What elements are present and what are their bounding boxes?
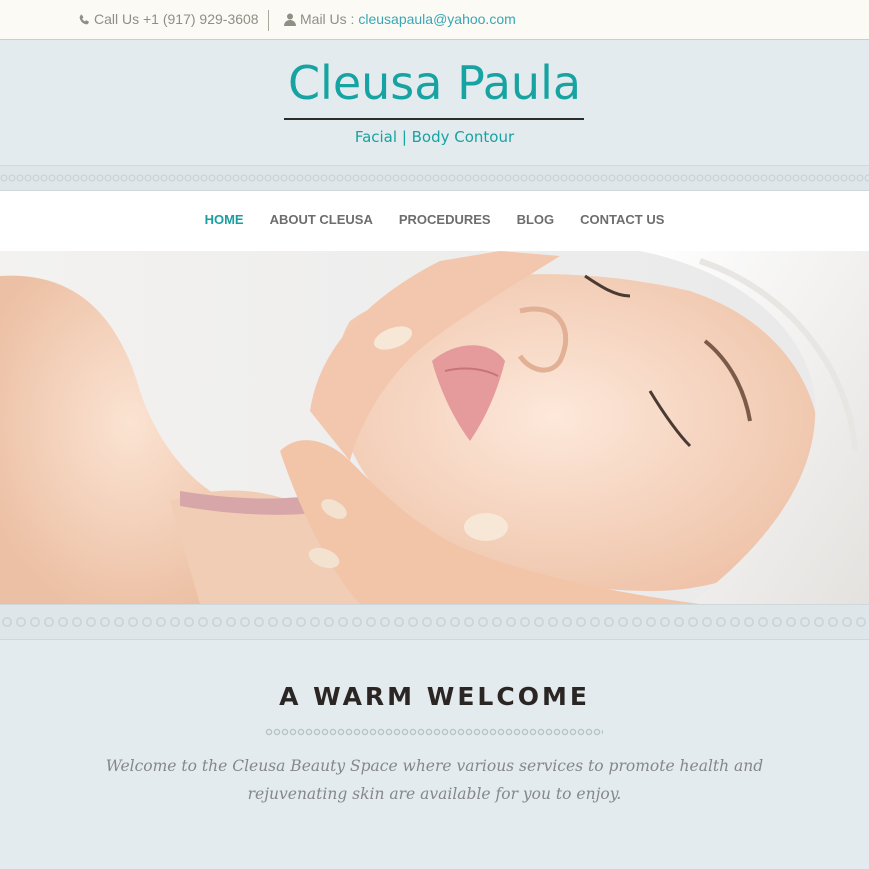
email-link[interactable]: cleusapaula@yahoo.com: [358, 11, 515, 27]
decorative-band: [0, 604, 869, 640]
welcome-text: Welcome to the Cleusa Beauty Space where…: [105, 757, 764, 803]
band-pattern: [0, 615, 869, 629]
nav-item-home[interactable]: HOME: [205, 212, 244, 227]
nav-item-about[interactable]: ABOUT CLEUSA: [270, 212, 373, 227]
divider: [268, 10, 269, 31]
welcome-divider: [265, 728, 603, 736]
logo-rule: [284, 118, 584, 120]
logo-subtitle: Facial | Body Contour: [354, 128, 515, 146]
nav-item-procedures[interactable]: PROCEDURES: [399, 212, 491, 227]
logo-title[interactable]: Cleusa Paula: [0, 56, 869, 110]
decorative-band: [0, 165, 869, 191]
mail-contact: Mail Us : cleusapaula@yahoo.com: [284, 11, 516, 29]
site-header: Cleusa Paula Facial | Body Contour: [0, 41, 869, 165]
phone-label: Call Us +1 (917) 929-3608: [94, 11, 259, 27]
nav-item-blog[interactable]: BLOG: [517, 212, 555, 227]
phone-icon: [78, 13, 90, 29]
main-navigation: HOME ABOUT CLEUSA PROCEDURES BLOG CONTAC…: [0, 191, 869, 251]
user-icon: [284, 13, 296, 29]
welcome-heading: A WARM WELCOME: [279, 682, 590, 711]
mail-prefix: Mail Us :: [300, 11, 359, 27]
facial-massage-illustration: [0, 251, 869, 604]
top-contact-bar: Call Us +1 (917) 929-3608 Mail Us : cleu…: [0, 0, 869, 40]
nav-list: HOME ABOUT CLEUSA PROCEDURES BLOG CONTAC…: [0, 212, 869, 227]
hero-image: [0, 251, 869, 604]
band-pattern: [0, 174, 869, 182]
phone-contact[interactable]: Call Us +1 (917) 929-3608: [78, 11, 259, 29]
nav-item-contact[interactable]: CONTACT US: [580, 212, 664, 227]
